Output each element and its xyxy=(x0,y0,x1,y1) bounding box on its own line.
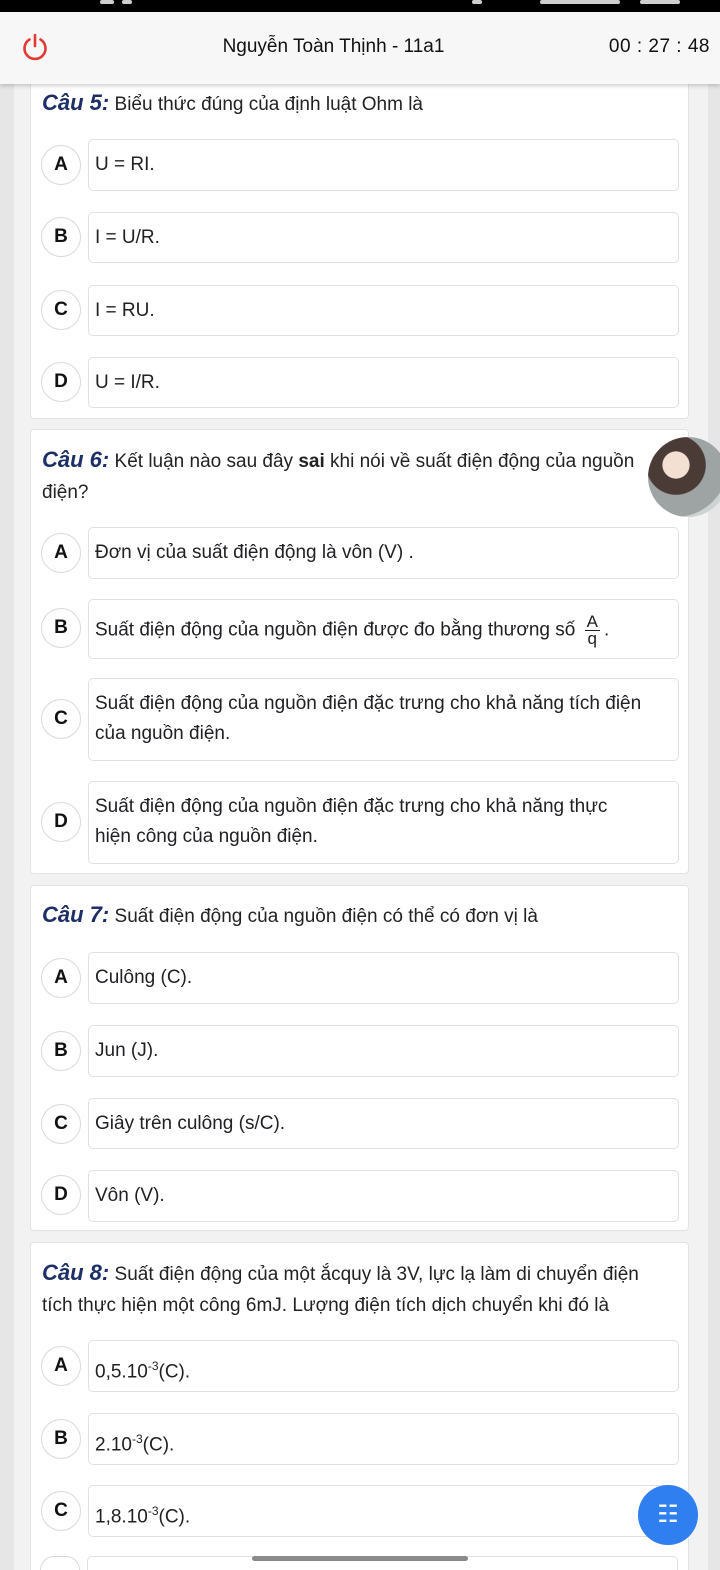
question-stem: Suất điện động của nguồn điện có thể có … xyxy=(114,906,538,927)
option-text: 1,8.10-3(C). xyxy=(95,1496,672,1532)
option-text-line2: hiện công của nguồn điện. xyxy=(95,826,318,847)
option-letter-b[interactable]: B xyxy=(41,1419,81,1459)
option-text: Đơn vị của suất điện động là vôn (V) . xyxy=(95,542,414,563)
option-unit: (C). xyxy=(158,1506,191,1528)
question-card-5: Câu 5: Biểu thức đúng của định luật Ohm … xyxy=(30,70,689,419)
app-header: Nguyễn Toàn Thịnh - 11a1 00 : 27 : 48 xyxy=(0,12,720,84)
option-text: I = U/R. xyxy=(95,227,160,248)
option-a[interactable]: 0,5.10-3(C). xyxy=(88,1340,679,1392)
option-c[interactable]: 1,8.10-3(C). xyxy=(88,1485,679,1537)
option-text: Culông (C). xyxy=(95,967,193,988)
status-indicator xyxy=(540,0,620,4)
option-unit: (C). xyxy=(142,1434,175,1456)
option-b[interactable]: 2.10-3(C). xyxy=(88,1413,679,1465)
option-text: Suất điện động của nguồn điện được đo bằ… xyxy=(95,613,672,648)
option-letter-b[interactable]: B xyxy=(41,217,81,257)
option-text-line1: Suất điện động của nguồn điện đặc trưng … xyxy=(95,693,642,714)
question-number: Câu 7: xyxy=(42,902,110,927)
question-card-8: Câu 8: Suất điện động của một ắcquy là 3… xyxy=(30,1242,689,1570)
option-base: 1,8.10 xyxy=(95,1506,148,1528)
option-text-line2: của nguồn điện. xyxy=(95,723,231,744)
status-indicator xyxy=(472,0,482,4)
question-number: Câu 6: xyxy=(42,447,110,472)
option-text: U = RI. xyxy=(95,154,155,175)
home-indicator[interactable] xyxy=(252,1556,468,1561)
option-letter-a[interactable]: A xyxy=(41,1346,81,1386)
option-text: 2.10-3(C). xyxy=(95,1424,672,1460)
option-letter-d-peek xyxy=(40,1556,80,1570)
option-exponent: -3 xyxy=(131,1432,143,1446)
option-text: I = RU. xyxy=(95,300,155,321)
student-name: Nguyễn Toàn Thịnh - 11a1 xyxy=(222,36,445,57)
option-text: Vôn (V). xyxy=(95,1185,165,1206)
option-letter-a[interactable]: A xyxy=(41,958,81,998)
option-letter-c[interactable]: C xyxy=(41,1104,81,1144)
option-c[interactable]: I = RU. xyxy=(88,285,679,336)
option-a[interactable]: U = RI. xyxy=(88,139,679,191)
question-number: Câu 8: xyxy=(42,1260,110,1285)
status-bar xyxy=(0,0,720,12)
option-text: Suất điện động của nguồn điện đặc trưng … xyxy=(95,689,672,749)
option-b[interactable]: Jun (J). xyxy=(88,1025,679,1077)
status-indicator xyxy=(122,0,132,4)
option-letter-a[interactable]: A xyxy=(41,533,81,573)
option-letter-b[interactable]: B xyxy=(41,608,81,648)
question-card-7: Câu 7: Suất điện động của nguồn điện có … xyxy=(30,885,689,1231)
fraction-denominator: q xyxy=(587,629,598,648)
option-letter-d[interactable]: D xyxy=(41,362,81,402)
option-text: Jun (J). xyxy=(95,1040,159,1061)
question-text: Câu 5: Biểu thức đúng của định luật Ohm … xyxy=(42,87,678,120)
question-stem-line2: tích thực hiện một công 6mJ. Lượng điện … xyxy=(42,1295,610,1316)
option-exponent: -3 xyxy=(147,1504,159,1518)
question-stem: Kết luận nào sau đây xyxy=(114,451,294,472)
option-letter-c[interactable]: C xyxy=(41,699,81,739)
option-text-line1: Suất điện động của nguồn điện đặc trưng … xyxy=(95,796,608,817)
option-letter-c[interactable]: C xyxy=(41,1491,81,1531)
option-c[interactable]: Suất điện động của nguồn điện đặc trưng … xyxy=(88,678,679,761)
question-text: Câu 8: Suất điện động của một ắcquy là 3… xyxy=(42,1257,678,1321)
option-c[interactable]: Giây trên culông (s/C). xyxy=(88,1098,679,1149)
question-card-6: Câu 6: Kết luận nào sau đây sai khi nói … xyxy=(30,429,689,874)
option-text-tail: . xyxy=(603,619,610,641)
question-stem: Biểu thức đúng của định luật Ohm là xyxy=(114,94,423,115)
list-icon[interactable]: ☷ xyxy=(638,1485,698,1545)
option-letter-d[interactable]: D xyxy=(41,802,81,842)
question-stem-line1: Suất điện động của một ắcquy là 3V, lực … xyxy=(114,1264,639,1285)
status-indicator xyxy=(640,0,680,4)
question-text: Câu 6: Kết luận nào sau đây sai khi nói … xyxy=(42,444,678,508)
countdown-timer: 00 : 27 : 48 xyxy=(608,36,710,57)
option-b[interactable]: Suất điện động của nguồn điện được đo bằ… xyxy=(88,599,679,659)
option-text: U = I/R. xyxy=(95,372,160,393)
fraction: A q xyxy=(584,613,600,648)
option-text: Suất điện động của nguồn điện đặc trưng … xyxy=(95,792,672,852)
option-a[interactable]: Đơn vị của suất điện động là vôn (V) . xyxy=(88,527,679,579)
option-letter-d[interactable]: D xyxy=(41,1175,81,1215)
option-exponent: -3 xyxy=(147,1359,159,1373)
page-edge xyxy=(708,84,720,1570)
option-base: 0,5.10 xyxy=(95,1361,148,1383)
question-number: Câu 5: xyxy=(42,90,110,115)
question-stem-line2: điện? xyxy=(42,482,89,503)
option-b[interactable]: I = U/R. xyxy=(88,212,679,263)
option-d[interactable]: Suất điện động của nguồn điện đặc trưng … xyxy=(88,781,679,864)
option-d[interactable]: U = I/R. xyxy=(88,357,679,408)
option-letter-c[interactable]: C xyxy=(41,290,81,330)
question-stem-cont: khi nói về suất điện động của nguồn xyxy=(330,451,635,472)
option-text: Giây trên culông (s/C). xyxy=(95,1113,286,1134)
option-a[interactable]: Culông (C). xyxy=(88,952,679,1004)
option-text: 0,5.10-3(C). xyxy=(95,1351,672,1387)
user-avatar[interactable] xyxy=(648,437,720,517)
status-indicator xyxy=(100,0,114,4)
option-text-main: Suất điện động của nguồn điện được đo bằ… xyxy=(95,619,576,641)
option-d[interactable]: Vôn (V). xyxy=(88,1170,679,1222)
option-base: 2.10 xyxy=(95,1434,132,1456)
option-unit: (C). xyxy=(158,1361,191,1383)
question-text: Câu 7: Suất điện động của nguồn điện có … xyxy=(42,899,678,932)
option-letter-b[interactable]: B xyxy=(41,1031,81,1071)
option-letter-a[interactable]: A xyxy=(41,145,81,185)
page-edge xyxy=(0,84,14,1570)
question-emphasis: sai xyxy=(298,451,325,472)
